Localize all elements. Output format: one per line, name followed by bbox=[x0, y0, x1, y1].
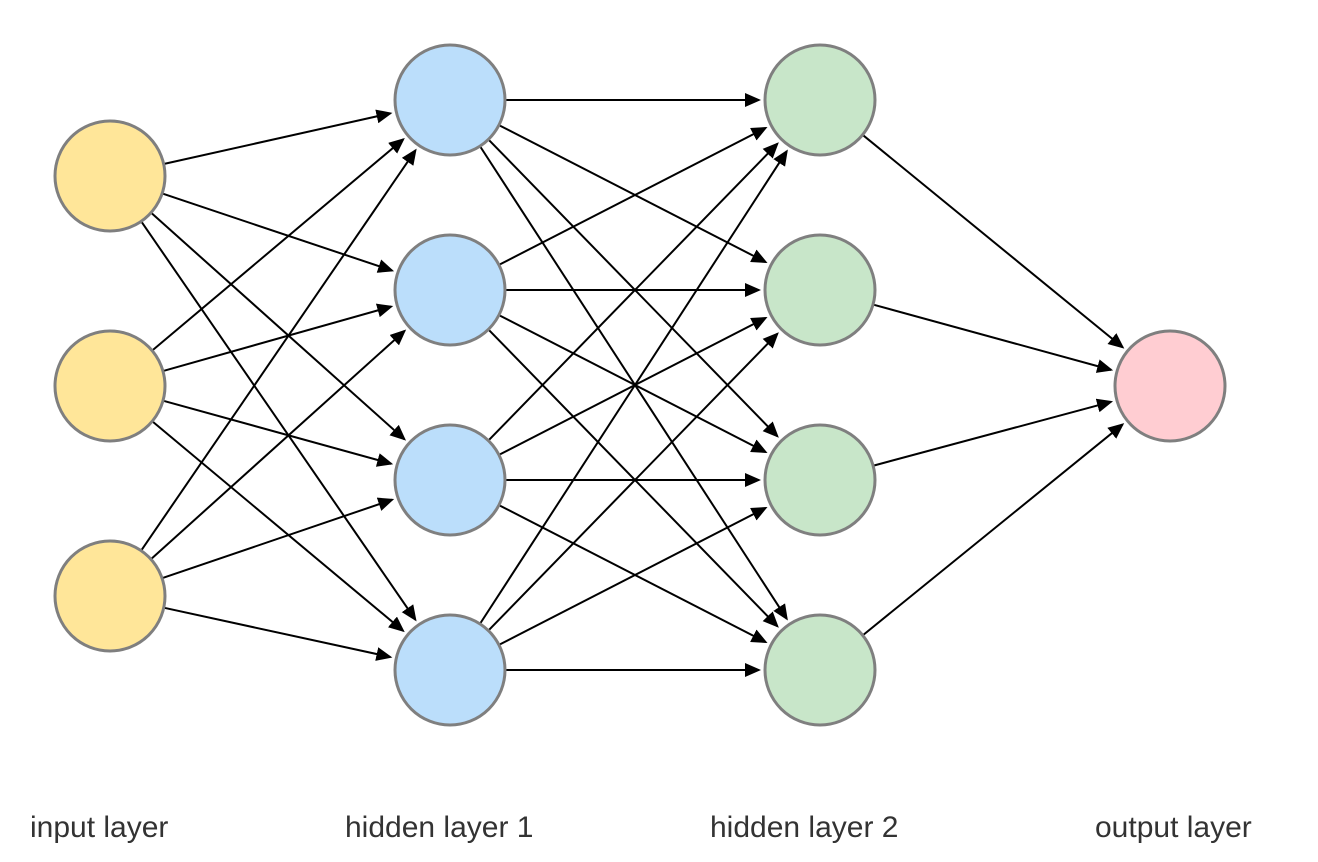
connection-edge bbox=[151, 213, 405, 440]
layer-1-node-1 bbox=[395, 235, 505, 345]
layer-label-0: input layer bbox=[30, 811, 168, 845]
layer-0-node-0 bbox=[55, 121, 165, 231]
connection-edge bbox=[164, 113, 391, 164]
layer-1-node-3 bbox=[395, 615, 505, 725]
connection-edge bbox=[152, 421, 403, 631]
connection-edge bbox=[480, 151, 787, 624]
layer-1-node-0 bbox=[395, 45, 505, 155]
layer-label-2: hidden layer 2 bbox=[710, 811, 898, 845]
connection-edge bbox=[488, 144, 777, 441]
connection-edge bbox=[488, 139, 777, 436]
connection-edge bbox=[499, 125, 766, 262]
connection-edge bbox=[873, 402, 1111, 466]
connection-edge bbox=[163, 401, 391, 464]
connection-edge bbox=[162, 500, 392, 579]
connection-edge bbox=[141, 150, 415, 550]
layer-label-3: output layer bbox=[1095, 811, 1252, 845]
layer-label-1: hidden layer 1 bbox=[345, 811, 533, 845]
edges-group bbox=[141, 100, 1123, 670]
connection-edge bbox=[141, 221, 415, 619]
connection-edge bbox=[863, 424, 1123, 635]
connection-edge bbox=[499, 508, 766, 645]
layer-0-node-2 bbox=[55, 541, 165, 651]
layer-2-node-3 bbox=[765, 615, 875, 725]
connection-edge bbox=[152, 139, 403, 350]
layer-3-node-0 bbox=[1115, 331, 1225, 441]
neural-network-diagram bbox=[0, 0, 1318, 862]
layer-2-node-0 bbox=[765, 45, 875, 155]
connection-edge bbox=[480, 146, 787, 619]
connection-edge bbox=[488, 329, 777, 626]
connection-edge bbox=[163, 307, 391, 371]
connection-edge bbox=[873, 305, 1111, 370]
connection-edge bbox=[162, 193, 392, 270]
connection-edge bbox=[488, 334, 777, 631]
layer-1-node-2 bbox=[395, 425, 505, 535]
connection-edge bbox=[164, 608, 391, 657]
layer-2-node-2 bbox=[765, 425, 875, 535]
layer-2-node-1 bbox=[765, 235, 875, 345]
layer-0-node-1 bbox=[55, 331, 165, 441]
connection-edge bbox=[863, 135, 1123, 348]
